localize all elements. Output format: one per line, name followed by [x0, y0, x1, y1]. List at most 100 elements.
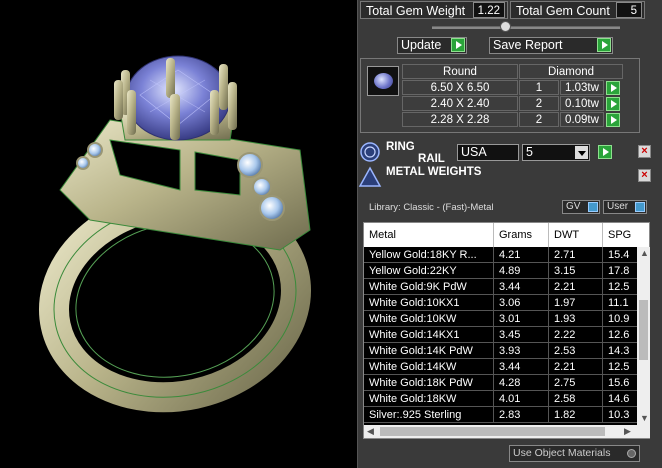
- gv-toggle[interactable]: GV: [562, 200, 600, 214]
- gem-row-go-icon[interactable]: [606, 81, 620, 95]
- metal-name-cell: White Gold:14KW: [364, 359, 494, 375]
- save-report-button[interactable]: Save Report: [489, 37, 613, 54]
- ring-render: [39, 55, 311, 413]
- dwt-cell: 1.93: [549, 311, 603, 327]
- col-header-grams[interactable]: Grams: [494, 223, 549, 247]
- gem-row-weight: 1.03tw: [560, 80, 604, 95]
- vertical-scroll-thumb[interactable]: [639, 300, 648, 360]
- update-go-icon[interactable]: [451, 38, 465, 52]
- metal-name-cell: Yellow Gold:22KY: [364, 263, 494, 279]
- ring-size-dropdown[interactable]: 5: [522, 144, 590, 161]
- radio-icon: [627, 449, 636, 458]
- scroll-up-icon[interactable]: ▲: [640, 248, 649, 258]
- grams-cell: 3.45: [494, 327, 549, 343]
- grams-cell: 3.93: [494, 343, 549, 359]
- total-gem-count-value: 5: [616, 2, 642, 18]
- grams-cell: 4.89: [494, 263, 549, 279]
- gem-row-size: 2.40 X 2.40: [402, 96, 518, 111]
- metal-weights-icon: [358, 166, 382, 187]
- gv-toggle-label: GV: [566, 201, 581, 212]
- metal-library-label: Library: Classic - (Fast)-Metal: [369, 202, 494, 213]
- metal-weights-close-icon[interactable]: ×: [638, 169, 651, 182]
- gem-row-qty: 1: [519, 80, 559, 95]
- dwt-cell: 1.97: [549, 295, 603, 311]
- dwt-cell: 3.15: [549, 263, 603, 279]
- grams-cell: 4.01: [494, 391, 549, 407]
- gem-row-go-icon[interactable]: [606, 113, 620, 127]
- metal-name-cell: White Gold:14KX1: [364, 327, 494, 343]
- ring-rail-close-icon[interactable]: ×: [638, 145, 651, 158]
- gem-row-size: 2.28 X 2.28: [402, 112, 518, 127]
- ring-standard-dropdown[interactable]: USA: [457, 144, 519, 161]
- metal-name-cell: Silver:.925 Sterling: [364, 407, 494, 423]
- metal-name-cell: White Gold:10KW: [364, 311, 494, 327]
- gem-row-qty: 2: [519, 112, 559, 127]
- metal-name-cell: White Gold:14K PdW: [364, 343, 494, 359]
- col-header-metal[interactable]: Metal: [364, 223, 494, 247]
- col-header-spg[interactable]: SPG: [603, 223, 649, 247]
- metal-row[interactable]: Yellow Gold:22KY 4.89 3.15 17.8: [364, 263, 649, 279]
- metal-row[interactable]: White Gold:10KX1 3.06 1.97 11.1: [364, 295, 649, 311]
- metal-row[interactable]: White Gold:18K PdW 4.28 2.75 15.6: [364, 375, 649, 391]
- ring-size-value: 5: [526, 145, 533, 159]
- metal-row[interactable]: Silver:.925 Sterling 2.83 1.82 10.3: [364, 407, 649, 423]
- dwt-cell: 2.22: [549, 327, 603, 343]
- dwt-cell: 2.58: [549, 391, 603, 407]
- use-object-materials-toggle[interactable]: Use Object Materials: [509, 445, 640, 462]
- grams-cell: 3.44: [494, 359, 549, 375]
- metal-name-cell: White Gold:9K PdW: [364, 279, 494, 295]
- render-viewport[interactable]: [0, 0, 357, 468]
- save-report-go-icon[interactable]: [597, 38, 611, 52]
- gem-row-size: 6.50 X 6.50: [402, 80, 518, 95]
- metal-weights-table[interactable]: Metal Grams DWT SPG Yellow Gold:18KY R..…: [363, 222, 650, 439]
- dwt-cell: 1.82: [549, 407, 603, 423]
- metal-name-cell: Yellow Gold:18KY R...: [364, 247, 494, 263]
- metal-name-cell: White Gold:18K PdW: [364, 375, 494, 391]
- metal-row[interactable]: White Gold:10KW 3.01 1.93 10.9: [364, 311, 649, 327]
- scroll-right-icon[interactable]: ▶: [624, 426, 631, 437]
- update-label: Update: [401, 38, 442, 52]
- slider-knob[interactable]: [500, 21, 511, 32]
- total-gem-weight-value: 1.22: [473, 2, 505, 18]
- gem-col-shape: Round: [402, 64, 518, 79]
- metal-name-cell: White Gold:10KX1: [364, 295, 494, 311]
- dwt-cell: 2.21: [549, 279, 603, 295]
- grams-cell: 3.06: [494, 295, 549, 311]
- user-toggle[interactable]: User: [603, 200, 647, 214]
- metal-row[interactable]: White Gold:9K PdW 3.44 2.21 12.5: [364, 279, 649, 295]
- scroll-left-icon[interactable]: ◀: [367, 426, 374, 437]
- user-switch-icon: [635, 202, 645, 212]
- grams-cell: 3.01: [494, 311, 549, 327]
- gem-row-go-icon[interactable]: [606, 97, 620, 111]
- slider-track[interactable]: [432, 26, 620, 29]
- ring-rail-title-bottom: RAIL: [418, 153, 445, 165]
- grams-cell: 4.28: [494, 375, 549, 391]
- gem-col-type: Diamond: [519, 64, 623, 79]
- chevron-down-icon[interactable]: [575, 146, 588, 159]
- scroll-down-icon[interactable]: ▼: [640, 413, 649, 423]
- gem-row-qty: 2: [519, 96, 559, 111]
- dwt-cell: 2.71: [549, 247, 603, 263]
- gem-row-weight: 0.10tw: [560, 96, 604, 111]
- gem-row-weight: 0.09tw: [560, 112, 604, 127]
- dwt-cell: 2.53: [549, 343, 603, 359]
- save-report-label: Save Report: [493, 38, 563, 52]
- metal-row[interactable]: White Gold:14KW 3.44 2.21 12.5: [364, 359, 649, 375]
- grams-cell: 4.21: [494, 247, 549, 263]
- ring-size-go-icon[interactable]: [598, 145, 612, 159]
- ring-standard-value: USA: [461, 145, 487, 159]
- col-header-dwt[interactable]: DWT: [549, 223, 603, 247]
- gv-switch-icon: [588, 202, 598, 212]
- metal-name-cell: White Gold:18KW: [364, 391, 494, 407]
- metal-row[interactable]: White Gold:14K PdW 3.93 2.53 14.3: [364, 343, 649, 359]
- metal-weights-title: METAL WEIGHTS: [386, 166, 482, 178]
- use-object-materials-label: Use Object Materials: [513, 447, 611, 459]
- dwt-cell: 2.21: [549, 359, 603, 375]
- dwt-cell: 2.75: [549, 375, 603, 391]
- horizontal-scroll-thumb[interactable]: [380, 427, 605, 436]
- grams-cell: 2.83: [494, 407, 549, 423]
- metal-row[interactable]: White Gold:18KW 4.01 2.58 14.6: [364, 391, 649, 407]
- metal-row[interactable]: Yellow Gold:18KY R... 4.21 2.71 15.4: [364, 247, 649, 263]
- ring-rail-icon: [360, 142, 380, 162]
- metal-row[interactable]: White Gold:14KX1 3.45 2.22 12.6: [364, 327, 649, 343]
